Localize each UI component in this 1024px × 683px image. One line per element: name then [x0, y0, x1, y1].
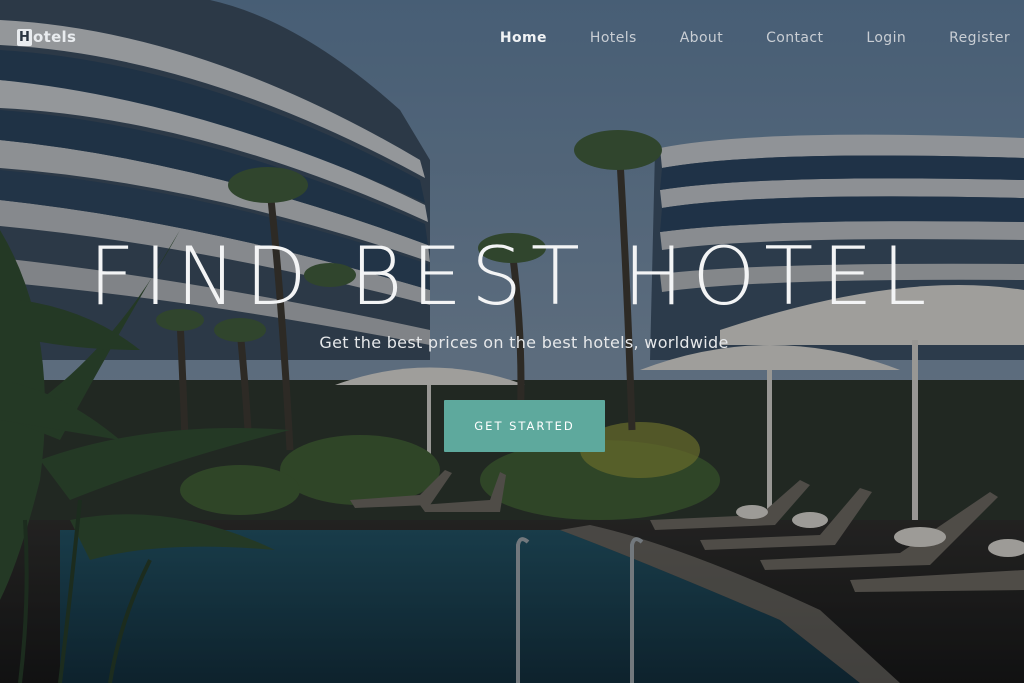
nav-link-register[interactable]: Register	[949, 30, 1010, 46]
hero-subtitle: Get the best prices on the best hotels, …	[319, 333, 729, 352]
hero-headline: FIND BEST HOTEL	[88, 230, 936, 323]
nav-links: Home Hotels About Contact Login Register	[457, 30, 1010, 46]
nav-link-contact[interactable]: Contact	[766, 30, 823, 46]
nav-link-hotels[interactable]: Hotels	[590, 30, 637, 46]
get-started-button[interactable]: GET STARTED	[444, 400, 605, 452]
logo-text: otels	[33, 28, 77, 46]
top-navbar: H otels Home Hotels About Contact Login …	[0, 0, 1024, 78]
logo-mark-icon: H	[17, 28, 32, 46]
nav-link-home[interactable]: Home	[500, 30, 547, 46]
nav-link-about[interactable]: About	[680, 30, 723, 46]
nav-link-login[interactable]: Login	[866, 30, 906, 46]
site-logo[interactable]: H otels	[17, 28, 76, 46]
